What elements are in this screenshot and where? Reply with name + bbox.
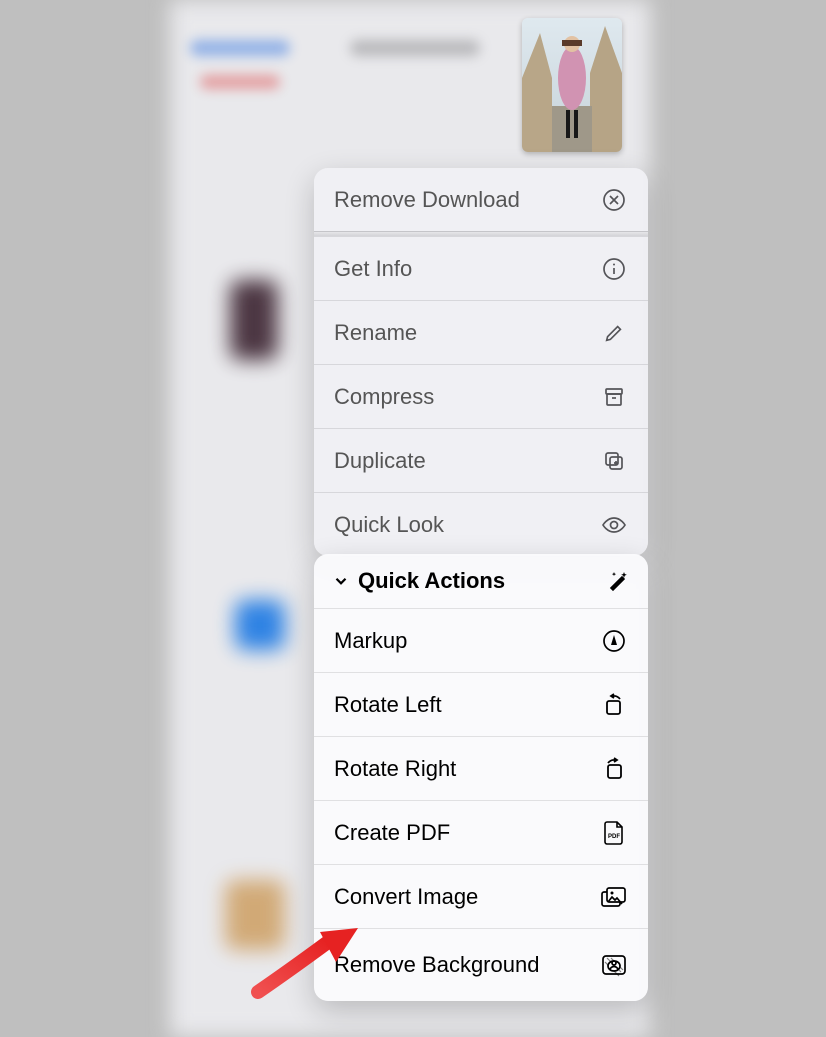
- markup-item[interactable]: Markup: [314, 608, 648, 672]
- duplicate-icon: [600, 447, 628, 475]
- pdf-icon: PDF: [600, 819, 628, 847]
- convert-image-item[interactable]: Convert Image: [314, 864, 648, 928]
- menu-item-label: Compress: [334, 384, 434, 410]
- menu-item-label: Get Info: [334, 256, 412, 282]
- images-icon: [600, 883, 628, 911]
- menu-item-label: Remove Background: [334, 952, 539, 977]
- menu-item-label: Quick Look: [334, 512, 444, 538]
- remove-download-item[interactable]: Remove Download: [314, 168, 648, 231]
- menu-item-label: Markup: [334, 628, 407, 654]
- selected-file-thumbnail[interactable]: [522, 18, 622, 152]
- quick-look-item[interactable]: Quick Look: [314, 492, 648, 556]
- rotate-left-item[interactable]: Rotate Left: [314, 672, 648, 736]
- menu-item-label: Remove Download: [334, 187, 520, 213]
- svg-text:PDF: PDF: [608, 834, 620, 840]
- quick-actions-menu: Quick Actions Markup Rotate Left Rotate …: [314, 554, 648, 1001]
- quick-actions-header[interactable]: Quick Actions: [314, 554, 648, 608]
- menu-item-label: Create PDF: [334, 820, 450, 846]
- rename-item[interactable]: Rename: [314, 300, 648, 364]
- remove-download-icon: [600, 186, 628, 214]
- photo-icon: [522, 18, 622, 152]
- remove-background-item[interactable]: Remove Background: [314, 928, 648, 1001]
- get-info-item[interactable]: Get Info: [314, 236, 648, 300]
- menu-item-label: Rotate Left: [334, 692, 442, 718]
- sparkle-wand-icon: [606, 569, 630, 593]
- blurred-text: [190, 40, 290, 56]
- blurred-thumb: [230, 280, 278, 360]
- rotate-left-icon: [600, 691, 628, 719]
- blurred-thumb: [235, 600, 285, 650]
- compress-item[interactable]: Compress: [314, 364, 648, 428]
- blurred-text: [350, 40, 480, 56]
- rotate-right-icon: [600, 755, 628, 783]
- eye-icon: [600, 511, 628, 539]
- blurred-text: [200, 75, 280, 89]
- menu-item-label: Convert Image: [334, 884, 478, 910]
- menu-item-label: Rotate Right: [334, 756, 456, 782]
- menu-item-label: Rename: [334, 320, 417, 346]
- pencil-icon: [600, 319, 628, 347]
- markup-icon: [600, 627, 628, 655]
- menu-item-label: Duplicate: [334, 448, 426, 474]
- blurred-thumb: [225, 880, 285, 950]
- create-pdf-item[interactable]: Create PDF PDF: [314, 800, 648, 864]
- info-icon: [600, 255, 628, 283]
- remove-background-icon: [600, 951, 628, 979]
- quick-actions-label: Quick Actions: [358, 568, 505, 594]
- archive-icon: [600, 383, 628, 411]
- rotate-right-item[interactable]: Rotate Right: [314, 736, 648, 800]
- duplicate-item[interactable]: Duplicate: [314, 428, 648, 492]
- context-menu-primary: Remove Download Get Info Rename Compress…: [314, 168, 648, 556]
- chevron-down-icon: [332, 572, 350, 590]
